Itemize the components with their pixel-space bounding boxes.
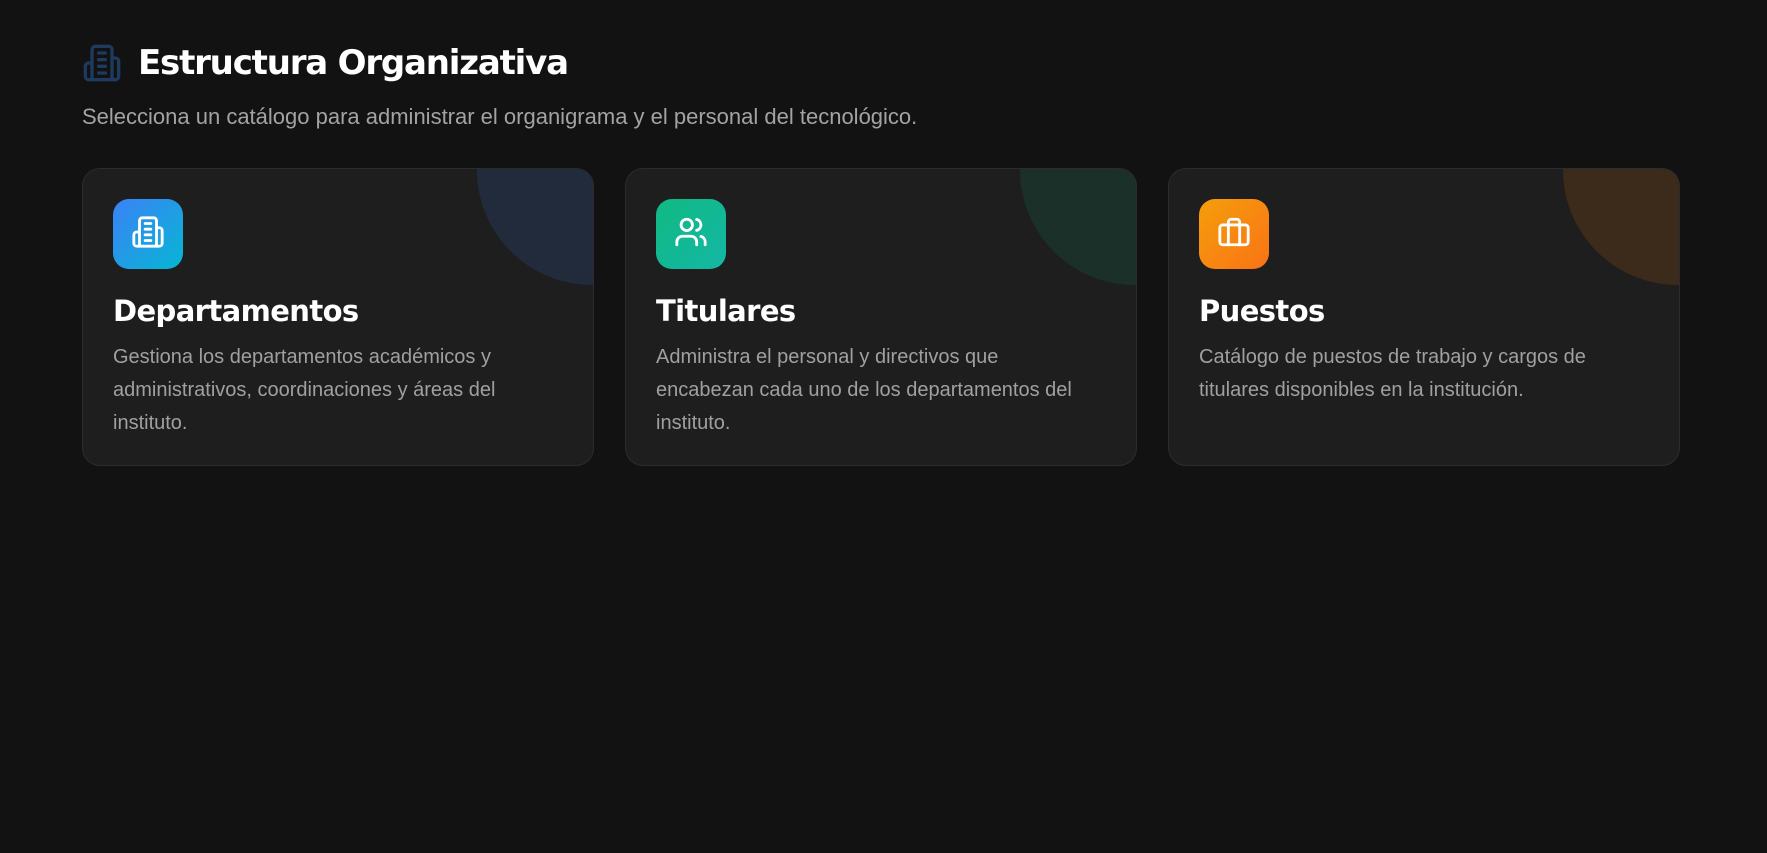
building-icon (131, 215, 165, 254)
page-header: Estructura Organizativa Selecciona un ca… (82, 0, 1685, 130)
card-description: Catálogo de puestos de trabajo y cargos … (1199, 346, 1586, 401)
card-icon-box (1199, 199, 1269, 269)
card-decoration (477, 169, 593, 285)
card-icon-box (656, 199, 726, 269)
briefcase-icon (1217, 215, 1251, 254)
card-icon-box (113, 199, 183, 269)
card-departamentos[interactable]: Departamentos Gestiona los departamentos… (82, 168, 594, 466)
card-puestos[interactable]: Puestos Catálogo de puestos de trabajo y… (1168, 168, 1680, 466)
page-subtitle: Selecciona un catálogo para administrar … (82, 104, 918, 129)
card-description: Gestiona los departamentos académicos y … (113, 346, 496, 434)
card-title: Departamentos (113, 294, 359, 328)
page: Estructura Organizativa Selecciona un ca… (0, 0, 1767, 853)
card-title: Puestos (1199, 294, 1325, 328)
card-decoration (1020, 169, 1136, 285)
card-description: Administra el personal y directivos que … (656, 346, 1072, 434)
card-decoration (1563, 169, 1679, 285)
catalog-cards: Departamentos Gestiona los departamentos… (82, 168, 1680, 466)
page-title: Estructura Organizativa (138, 43, 569, 83)
building-icon (82, 43, 122, 83)
card-title: Titulares (656, 294, 796, 328)
users-icon (674, 215, 708, 254)
card-titulares[interactable]: Titulares Administra el personal y direc… (625, 168, 1137, 466)
title-row: Estructura Organizativa (82, 40, 1685, 86)
